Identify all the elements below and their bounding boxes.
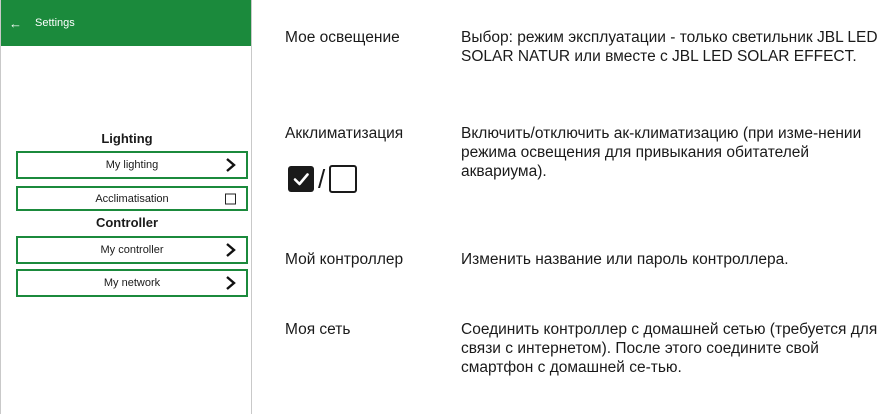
term-my-controller: Мой контроллер <box>285 251 404 268</box>
checkbox-checked-icon <box>288 166 314 192</box>
description-table: Мое освещение Выбор: режим эксплуатации … <box>0 0 893 414</box>
checkbox-separator: / <box>318 164 326 194</box>
definition-my-controller: Изменить название или пароль контроллера… <box>461 251 789 268</box>
term-my-lighting: Мое освещение <box>285 29 400 46</box>
checkbox-unchecked-icon <box>329 165 358 193</box>
checkbox-legend: / <box>288 164 358 194</box>
definition-my-network: Соединить контроллер с домашней сетью (т… <box>461 321 878 376</box>
term-my-network: Моя сеть <box>285 321 351 338</box>
definition-acclimatisation: Включить/отключить ак-климатизацию (при … <box>461 125 862 180</box>
definition-my-lighting: Выбор: режим эксплуатации - только свети… <box>461 29 878 65</box>
term-acclimatisation: Акклиматизация <box>285 125 404 142</box>
